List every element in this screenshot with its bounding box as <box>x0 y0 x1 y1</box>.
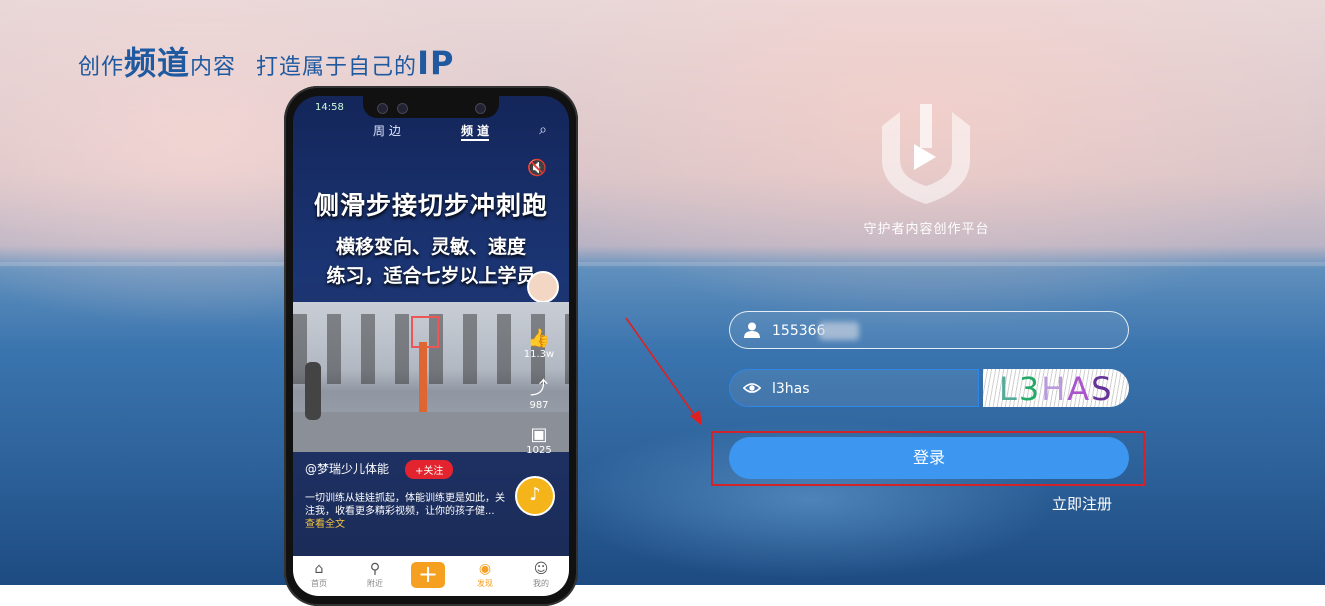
tab-label: 我的 <box>533 579 549 588</box>
caption-text: 一切训练从娃娃抓起，体能训练更是如此，关注我，收看更多精彩视频，让你的孩子健..… <box>305 493 505 517</box>
tab-label: 发现 <box>477 579 493 588</box>
status-time: 14:58 <box>315 102 344 113</box>
like-count: 11.3w <box>523 349 555 360</box>
login-highlight-box <box>711 431 1145 486</box>
tab-nearby: 周 边 <box>373 124 401 138</box>
platform-name: 守护者内容创作平台 <box>863 222 990 237</box>
captcha-image[interactable]: L3HAS <box>983 369 1129 407</box>
author-avatar <box>527 271 559 303</box>
comment-action: ▣ 1025 <box>521 424 557 456</box>
captcha-code: L3HAS <box>999 370 1114 407</box>
masked-username-digits <box>819 322 859 340</box>
password-field[interactable] <box>729 369 979 407</box>
camera-icon <box>377 103 388 114</box>
caption-more: 查看全文 <box>305 519 345 530</box>
tab-label: 附近 <box>367 579 383 588</box>
red-arrow-annotation <box>625 317 702 426</box>
eye-icon[interactable] <box>743 379 761 397</box>
video-title: 侧滑步接切步冲刺跑 <box>313 191 548 220</box>
location-icon: ⚲ <box>369 561 381 577</box>
background-band <box>0 262 1325 266</box>
child-figure <box>305 362 321 420</box>
music-disc-icon: ♪ <box>515 476 555 516</box>
phone-screen: 14:58 周 边 频 道 ⌕ 🔇 侧滑步接切步冲刺跑 横移变向、灵敏、速度 练… <box>293 96 569 596</box>
home-icon: ⌂ <box>314 561 324 577</box>
slogan-part1-end: 内容 <box>190 55 237 80</box>
phone-top-nav: 周 边 频 道 ⌕ <box>293 122 569 142</box>
register-link[interactable]: 立即注册 <box>1052 493 1112 514</box>
comment-count: 1025 <box>526 445 552 456</box>
user-icon <box>744 322 760 338</box>
hoop-pole <box>419 342 427 422</box>
author-name: @梦瑞少儿体能 <box>305 462 390 476</box>
phone-mockup: 14:58 周 边 频 道 ⌕ 🔇 侧滑步接切步冲刺跑 横移变向、灵敏、速度 练… <box>284 86 578 606</box>
share-action: ⤴ 987 <box>521 374 557 411</box>
phone-tab-bar: ⌂ 首页 ⚲ 附近 + ◉ 发现 ☺ 我的 <box>293 556 569 596</box>
video-subtitle: 横移变向、灵敏、速度 <box>335 236 526 258</box>
add-icon: + <box>411 562 445 588</box>
like-action: 👍 11.3w <box>521 328 557 360</box>
comment-icon: ▣ <box>530 424 548 445</box>
username-field[interactable] <box>729 311 1129 349</box>
slogan-part1: 创作 <box>78 55 125 80</box>
phone-notch <box>363 96 499 118</box>
follow-badge: +关注 <box>405 460 454 479</box>
user-icon: ☺ <box>533 561 549 577</box>
slogan: 创作频道内容 打造属于自己的IP <box>78 38 454 84</box>
search-icon: ⌕ <box>539 122 547 138</box>
discover-icon: ◉ <box>478 561 492 577</box>
slogan-part2: 打造属于自己的 <box>256 55 418 80</box>
tab-channel: 频 道 <box>461 122 490 141</box>
slogan-part2-bold: IP <box>417 44 455 82</box>
share-icon: ⤴ <box>530 378 548 399</box>
password-input[interactable] <box>770 377 966 401</box>
video-caption: 一切训练从娃娃抓起，体能训练更是如此，关注我，收看更多精彩视频，让你的孩子健..… <box>305 492 505 531</box>
thumbs-up-icon: 👍 <box>527 328 551 349</box>
share-count: 987 <box>529 400 549 411</box>
slogan-part1-bold: 频道 <box>124 44 191 82</box>
mute-icon: 🔇 <box>527 158 547 177</box>
tab-label: 首页 <box>311 579 327 588</box>
shield-play-logo-icon <box>882 104 970 204</box>
camera-icon <box>475 103 486 114</box>
camera-icon <box>397 103 408 114</box>
